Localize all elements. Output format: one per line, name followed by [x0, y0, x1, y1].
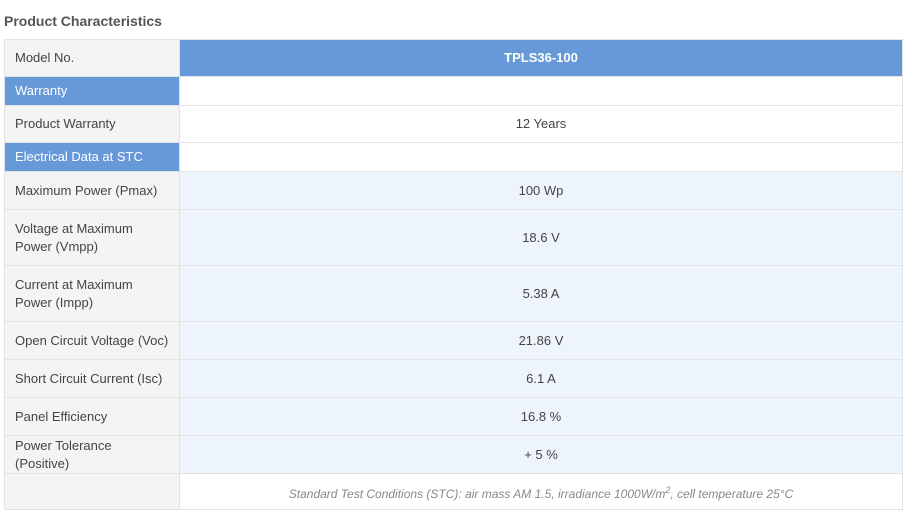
row-value: 16.8 % [179, 397, 903, 436]
table-row: Voltage at Maximum Power (Vmpp) 18.6 V [4, 209, 903, 266]
table-row: Panel Efficiency 16.8 % [4, 397, 903, 436]
row-value: 21.86 V [179, 321, 903, 360]
electrical-section-row: Electrical Data at STC [4, 142, 903, 172]
note-label-filler [4, 473, 180, 510]
row-value: 100 Wp [179, 171, 903, 210]
row-label: Current at Maximum Power (Impp) [4, 265, 180, 322]
row-label: Panel Efficiency [4, 397, 180, 436]
stc-note: Standard Test Conditions (STC): air mass… [179, 473, 903, 510]
row-label: Short Circuit Current (Isc) [4, 359, 180, 398]
electrical-section-label: Electrical Data at STC [4, 142, 180, 172]
row-value: 6.1 A [179, 359, 903, 398]
model-row: Model No. TPLS36-100 [4, 39, 903, 77]
row-label: Open Circuit Voltage (Voc) [4, 321, 180, 360]
row-label: Maximum Power (Pmax) [4, 171, 180, 210]
spec-table: Model No. TPLS36-100 Warranty Product Wa… [4, 39, 903, 510]
stc-note-row: Standard Test Conditions (STC): air mass… [4, 473, 903, 510]
table-row: Current at Maximum Power (Impp) 5.38 A [4, 265, 903, 322]
row-value: + 5 % [179, 435, 903, 474]
table-row: Short Circuit Current (Isc) 6.1 A [4, 359, 903, 398]
row-value: 5.38 A [179, 265, 903, 322]
table-row: Maximum Power (Pmax) 100 Wp [4, 171, 903, 210]
warranty-section-filler [179, 76, 903, 106]
row-label: Product Warranty [4, 105, 180, 143]
row-value: 12 Years [179, 105, 903, 143]
warranty-section-row: Warranty [4, 76, 903, 106]
table-row: Power Tolerance (Positive) + 5 % [4, 435, 903, 474]
stc-note-prefix: Standard Test Conditions (STC): air mass… [288, 486, 666, 501]
product-characteristics: Product Characteristics Model No. TPLS36… [4, 0, 903, 510]
row-label: Voltage at Maximum Power (Vmpp) [4, 209, 180, 266]
row-value: 18.6 V [179, 209, 903, 266]
table-row: Product Warranty 12 Years [4, 105, 903, 143]
section-title: Product Characteristics [4, 13, 162, 29]
model-value: TPLS36-100 [179, 39, 903, 77]
electrical-section-filler [179, 142, 903, 172]
model-label: Model No. [4, 39, 180, 77]
warranty-section-label: Warranty [4, 76, 180, 106]
table-row: Open Circuit Voltage (Voc) 21.86 V [4, 321, 903, 360]
stc-note-suffix: , cell temperature 25°C [670, 486, 794, 501]
row-label: Power Tolerance (Positive) [4, 435, 180, 474]
